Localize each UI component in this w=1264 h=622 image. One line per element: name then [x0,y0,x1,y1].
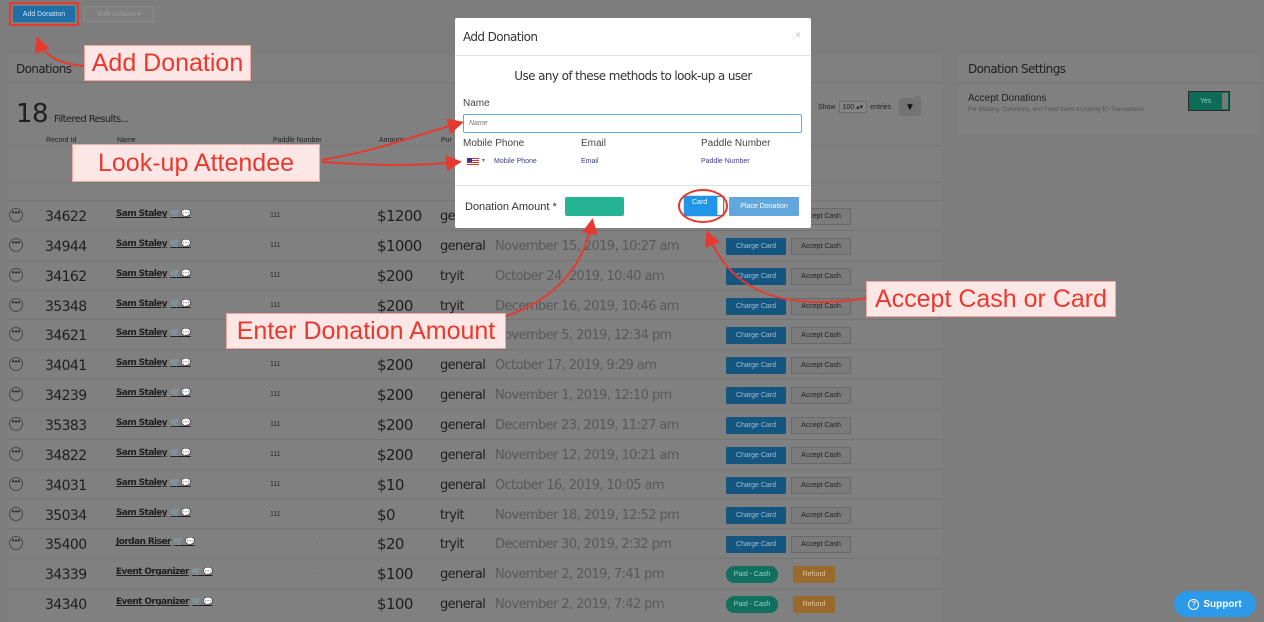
callout-cash-card: Accept Cash or Card [866,281,1116,317]
support-label: Support [1203,598,1242,610]
arrow-add-donation [34,36,85,67]
arrow-cash-card [704,230,869,304]
callout-add-donation: Add Donation [84,45,251,81]
callout-lookup-attendee: Look-up Attendee [72,144,320,182]
support-button[interactable]: ? Support [1174,591,1256,617]
arrow-lookup-phone [321,155,462,172]
help-icon: ? [1188,598,1200,610]
callout-donation-amount: Enter Donation Amount [226,313,506,349]
card-toggle-highlight [678,189,728,223]
arrow-lookup-name [321,118,464,161]
arrow-amount [499,218,598,319]
